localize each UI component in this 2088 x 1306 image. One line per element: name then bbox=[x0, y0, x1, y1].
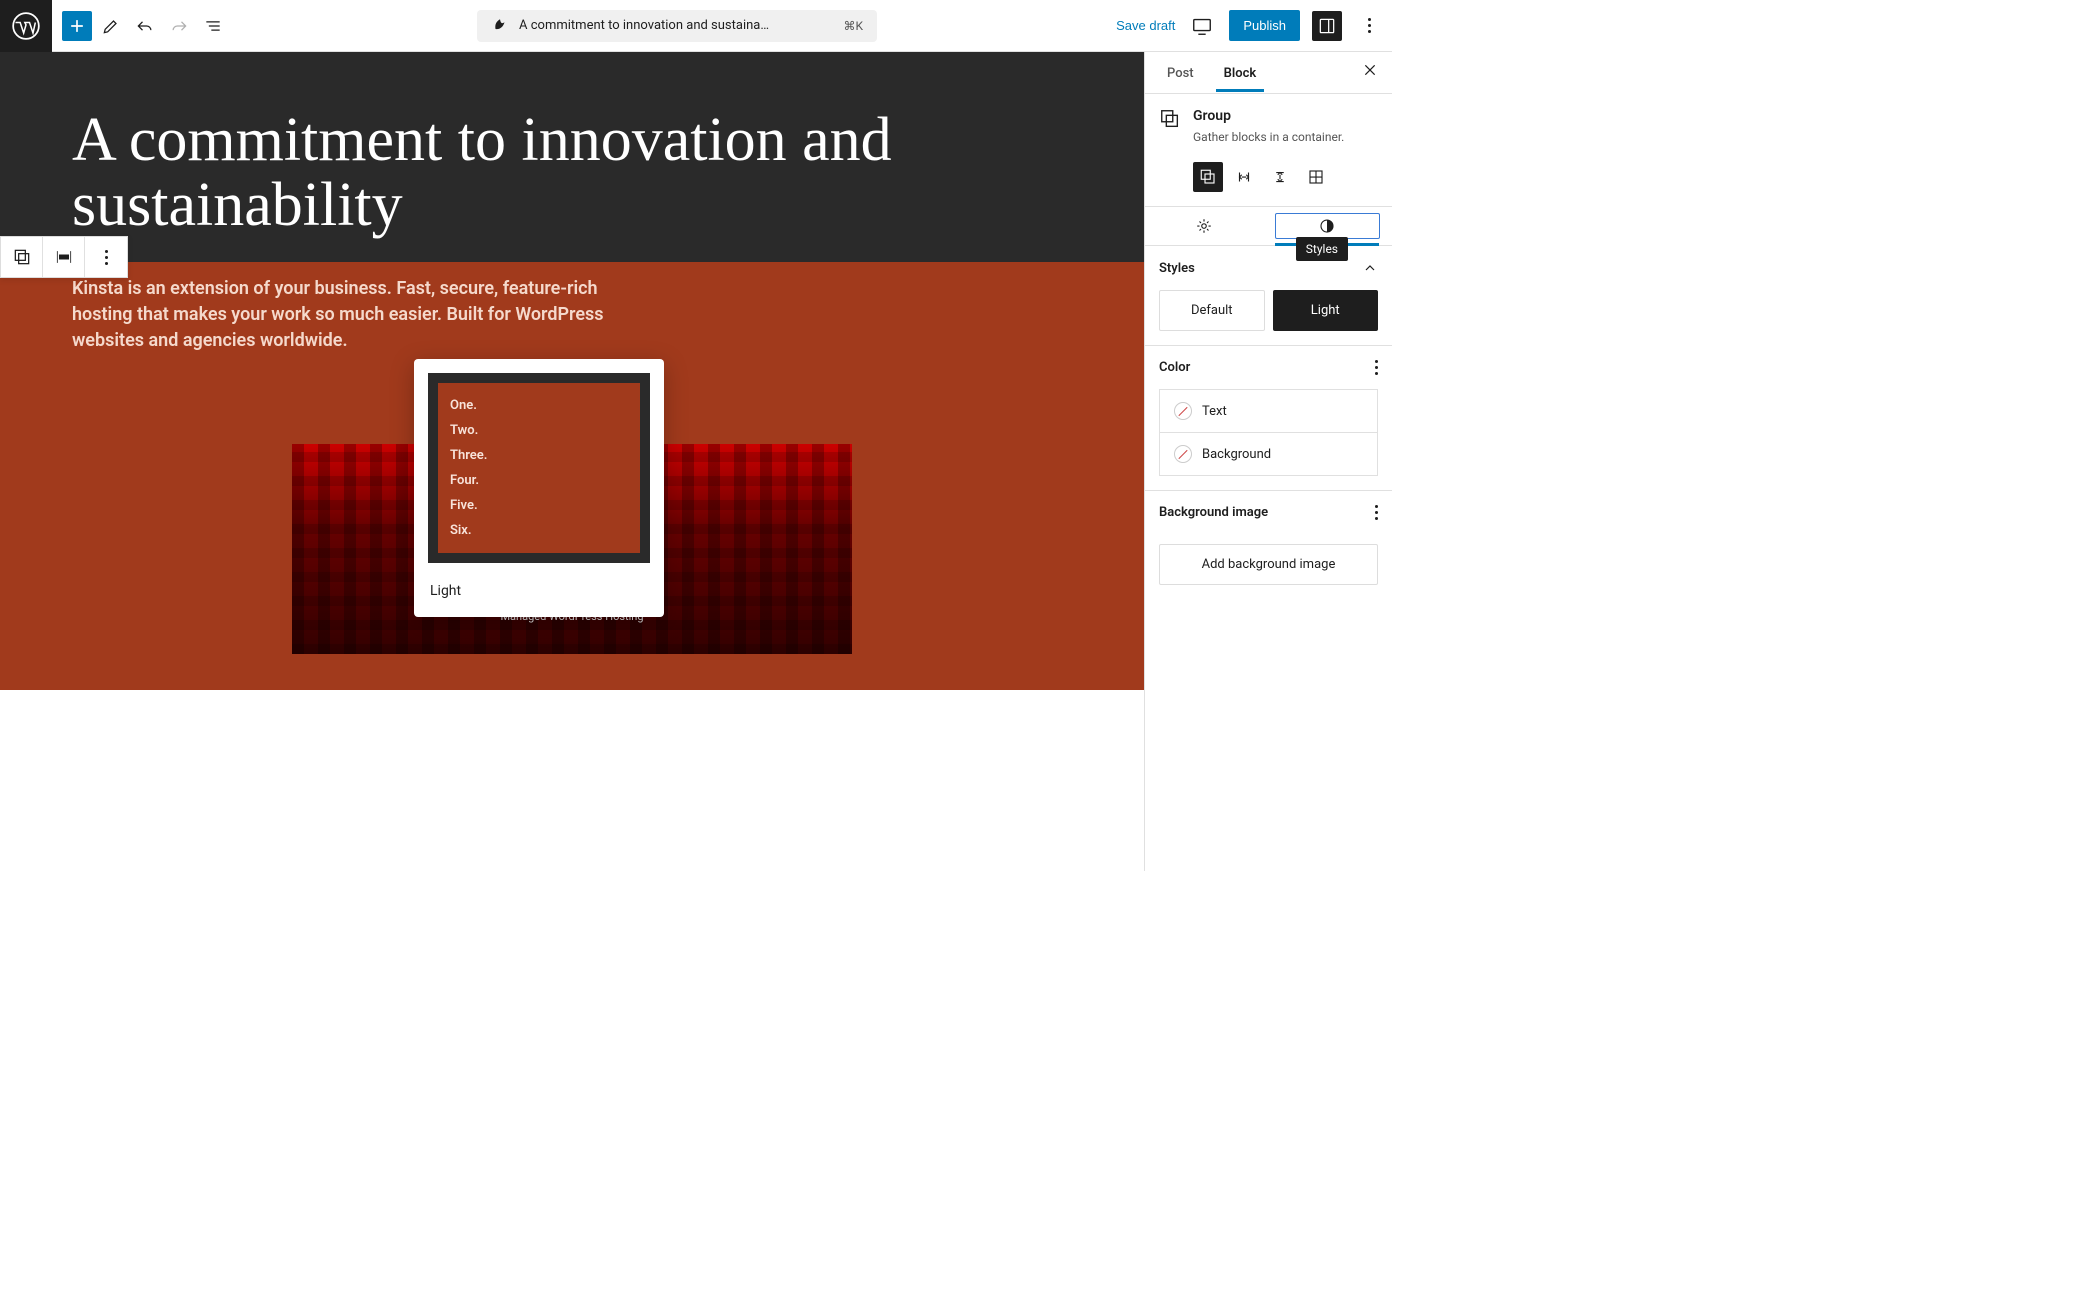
color-background-label: Background bbox=[1202, 447, 1271, 462]
subtab-settings[interactable] bbox=[1145, 207, 1263, 245]
pencil-icon bbox=[101, 16, 121, 36]
desktop-icon bbox=[1191, 15, 1213, 37]
style-preview-popover: One.Two.Three.Four.Five.Six. Light bbox=[414, 359, 664, 617]
tab-post[interactable]: Post bbox=[1159, 54, 1202, 91]
close-icon bbox=[1362, 62, 1378, 78]
row-icon bbox=[1235, 168, 1253, 186]
variation-row[interactable] bbox=[1229, 162, 1259, 192]
redo-icon bbox=[169, 16, 189, 36]
add-block-button[interactable] bbox=[62, 11, 92, 41]
styles-icon bbox=[1318, 217, 1336, 235]
group-icon bbox=[1199, 168, 1217, 186]
style-preview-label: Light bbox=[428, 579, 650, 603]
document-overview-button[interactable] bbox=[198, 11, 228, 41]
list-indent-icon bbox=[203, 16, 223, 36]
editor-toolbar: A commitment to innovation and sustaina…… bbox=[0, 0, 1392, 52]
more-vertical-icon bbox=[105, 250, 108, 265]
undo-icon bbox=[135, 16, 155, 36]
preview-item: One. bbox=[450, 393, 628, 418]
preview-item: Five. bbox=[450, 493, 628, 518]
redo-button[interactable] bbox=[164, 11, 194, 41]
bgimage-section-heading: Background image bbox=[1159, 505, 1268, 520]
style-option-default[interactable]: Default bbox=[1159, 290, 1265, 331]
preview-item: Four. bbox=[450, 468, 628, 493]
options-menu[interactable] bbox=[1354, 11, 1384, 41]
wordpress-icon bbox=[12, 12, 40, 40]
block-description: Gather blocks in a container. bbox=[1193, 130, 1344, 144]
styles-section-heading: Styles bbox=[1159, 261, 1195, 276]
chevron-up-icon[interactable] bbox=[1362, 260, 1378, 276]
editor-canvas[interactable]: A commitment to innovation and sustainab… bbox=[0, 52, 1144, 871]
close-sidebar-button[interactable] bbox=[1362, 62, 1378, 83]
color-section-heading: Color bbox=[1159, 360, 1190, 375]
bgimage-options-menu[interactable] bbox=[1375, 505, 1378, 520]
edit-tool-button[interactable] bbox=[96, 11, 126, 41]
align-button[interactable] bbox=[43, 237, 85, 277]
stack-icon bbox=[1271, 168, 1289, 186]
group-icon bbox=[1159, 108, 1181, 130]
block-type-button[interactable] bbox=[1, 237, 43, 277]
style-preview: One.Two.Three.Four.Five.Six. bbox=[428, 373, 650, 563]
style-option-light[interactable]: Light bbox=[1273, 290, 1379, 331]
preview-button[interactable] bbox=[1187, 11, 1217, 41]
block-toolbar bbox=[0, 236, 128, 278]
page-subheading[interactable]: Kinsta is an extension of your business.… bbox=[72, 276, 632, 354]
block-name: Group bbox=[1193, 108, 1344, 124]
gear-icon bbox=[1195, 217, 1213, 235]
more-vertical-icon bbox=[1368, 18, 1371, 33]
plus-icon bbox=[67, 16, 87, 36]
group-icon bbox=[12, 247, 32, 267]
block-options-button[interactable] bbox=[85, 237, 127, 277]
wordpress-logo[interactable] bbox=[0, 0, 52, 52]
add-background-image-button[interactable]: Add background image bbox=[1159, 544, 1378, 585]
settings-sidebar: Post Block Group Gather blocks in a cont… bbox=[1144, 52, 1392, 871]
color-text-row[interactable]: Text bbox=[1159, 389, 1378, 433]
variation-group[interactable] bbox=[1193, 162, 1223, 192]
tab-block[interactable]: Block bbox=[1216, 54, 1265, 92]
color-options-menu[interactable] bbox=[1375, 360, 1378, 375]
settings-panel-toggle[interactable] bbox=[1312, 11, 1342, 41]
preview-item: Six. bbox=[450, 518, 628, 543]
leaf-icon bbox=[491, 17, 509, 35]
document-title-bar[interactable]: A commitment to innovation and sustaina…… bbox=[477, 10, 877, 42]
save-draft-button[interactable]: Save draft bbox=[1116, 18, 1175, 33]
variation-stack[interactable] bbox=[1265, 162, 1295, 192]
swatch-none-icon bbox=[1174, 445, 1192, 463]
page-heading[interactable]: A commitment to innovation and sustainab… bbox=[72, 108, 1072, 238]
document-title: A commitment to innovation and sustaina… bbox=[519, 18, 833, 33]
color-background-row[interactable]: Background bbox=[1159, 433, 1378, 476]
align-icon bbox=[54, 247, 74, 267]
styles-tooltip: Styles bbox=[1296, 237, 1348, 261]
swatch-none-icon bbox=[1174, 402, 1192, 420]
keyboard-shortcut: ⌘K bbox=[844, 19, 864, 33]
grid-icon bbox=[1307, 168, 1325, 186]
variation-grid[interactable] bbox=[1301, 162, 1331, 192]
undo-button[interactable] bbox=[130, 11, 160, 41]
color-text-label: Text bbox=[1202, 404, 1227, 419]
preview-item: Three. bbox=[450, 443, 628, 468]
preview-item: Two. bbox=[450, 418, 628, 443]
sidebar-icon bbox=[1317, 16, 1337, 36]
publish-button[interactable]: Publish bbox=[1229, 10, 1300, 41]
